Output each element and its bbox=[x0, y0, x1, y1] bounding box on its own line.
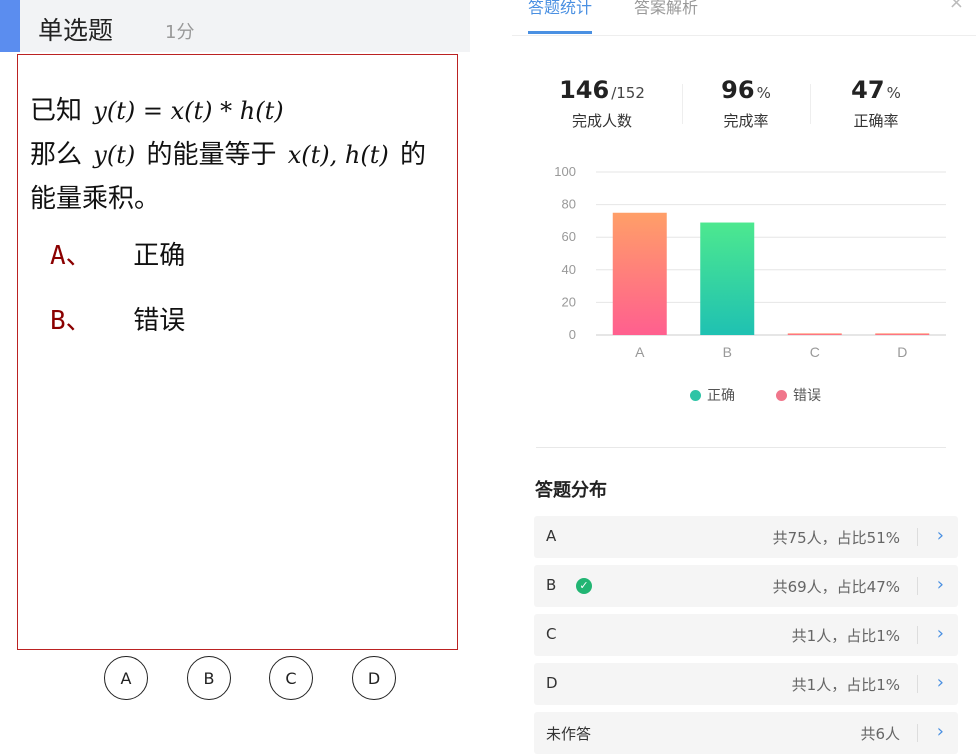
chevron-right-icon[interactable]: › bbox=[937, 574, 944, 595]
stats-panel: 答题统计 答案解析 × 146/152 完成人数 96% 完成率 47% 正确率… bbox=[512, 0, 976, 755]
y-tick-label: 20 bbox=[562, 294, 576, 309]
row-divider bbox=[917, 626, 918, 644]
question-box: 已知 y(t) = x(t) * h(t) 那么 y(t) 的能量等于 x(t)… bbox=[17, 54, 458, 650]
completed-label: 完成人数 bbox=[571, 112, 632, 130]
option-b-letter: B、 bbox=[50, 306, 92, 336]
chevron-right-icon[interactable]: › bbox=[937, 525, 944, 546]
tab-bar: 答题统计 答案解析 × bbox=[512, 0, 976, 36]
accuracy-label: 正确率 bbox=[853, 112, 899, 130]
y-tick-label: 80 bbox=[562, 197, 576, 212]
row-label: 未作答 bbox=[546, 725, 592, 743]
option-a-text: 正确 bbox=[133, 241, 186, 271]
stem-line3: 能量乘积。 bbox=[30, 184, 161, 214]
legend-correct-label: 正确 bbox=[707, 388, 735, 404]
stat-accuracy: 47% 正确率 bbox=[811, 76, 941, 131]
chevron-right-icon[interactable]: › bbox=[937, 721, 944, 742]
tab-answer-analysis[interactable]: 答案解析 bbox=[634, 0, 698, 18]
y-tick-label: 100 bbox=[554, 164, 576, 179]
row-value: 共6人 bbox=[860, 725, 900, 743]
question-stem: 已知 y(t) = x(t) * h(t) 那么 y(t) 的能量等于 x(t)… bbox=[30, 89, 450, 221]
row-label: A bbox=[546, 527, 557, 545]
section-divider bbox=[536, 447, 946, 448]
row-divider bbox=[917, 528, 918, 546]
stat-completion-rate: 96% 完成率 bbox=[681, 76, 811, 131]
choice-circle-d[interactable]: D bbox=[352, 656, 396, 700]
legend-correct-dot bbox=[690, 390, 701, 401]
stem-text-c: 的 bbox=[400, 140, 427, 170]
stem-formula: y(t) = x(t) * h(t) bbox=[93, 97, 284, 125]
x-tick-label: D bbox=[897, 344, 907, 360]
option-a[interactable]: A、 正确 bbox=[50, 235, 185, 272]
row-label: B bbox=[546, 576, 557, 594]
stat-completed: 146/152 完成人数 bbox=[537, 76, 667, 131]
row-divider bbox=[917, 577, 918, 595]
total-count: /152 bbox=[611, 84, 645, 102]
stem-text-a: 那么 bbox=[30, 140, 83, 170]
question-type: 单选题 bbox=[38, 16, 114, 45]
legend-wrong-label: 错误 bbox=[793, 388, 821, 404]
question-panel: 单选题 1分 已知 y(t) = x(t) * h(t) 那么 y(t) 的能量… bbox=[0, 0, 470, 755]
correct-check-icon: ✓ bbox=[576, 578, 592, 594]
choice-circle-a[interactable]: A bbox=[104, 656, 148, 700]
legend-correct: 正确 bbox=[690, 385, 735, 405]
stem-formula-y: y(t) bbox=[93, 141, 136, 169]
bar-d bbox=[875, 333, 930, 335]
distribution-row-a[interactable]: A 共75人，占比51% › bbox=[534, 516, 958, 558]
distribution-row-unanswered[interactable]: 未作答 共6人 › bbox=[534, 712, 958, 754]
bar-b bbox=[700, 222, 755, 335]
y-tick-label: 60 bbox=[562, 229, 576, 244]
row-value: 共1人，占比1% bbox=[791, 676, 900, 694]
distribution-title: 答题分布 bbox=[535, 480, 607, 501]
row-value: 共1人，占比1% bbox=[791, 627, 900, 645]
completion-rate-unit: % bbox=[756, 84, 771, 102]
stem-prefix: 已知 bbox=[30, 96, 83, 126]
row-value: 共69人，占比47% bbox=[772, 578, 900, 596]
y-tick-label: 40 bbox=[562, 262, 576, 277]
choice-circle-c[interactable]: C bbox=[269, 656, 313, 700]
x-tick-label: C bbox=[810, 344, 820, 360]
stem-text-b: 的能量等于 bbox=[146, 140, 277, 170]
x-tick-label: B bbox=[723, 344, 732, 360]
distribution-row-d[interactable]: D 共1人，占比1% › bbox=[534, 663, 958, 705]
legend-wrong-dot bbox=[776, 390, 787, 401]
bar-c bbox=[787, 333, 842, 335]
close-icon[interactable]: × bbox=[949, 0, 964, 13]
answer-bar-chart: 0 20 40 60 80 100 A B C D bbox=[554, 164, 946, 360]
distribution-row-c[interactable]: C 共1人，占比1% › bbox=[534, 614, 958, 656]
option-b-text: 错误 bbox=[133, 306, 186, 336]
option-b[interactable]: B、 错误 bbox=[50, 300, 185, 337]
accuracy-unit: % bbox=[886, 84, 901, 102]
row-divider bbox=[917, 724, 918, 742]
option-a-letter: A、 bbox=[50, 241, 92, 271]
y-tick-label: 0 bbox=[569, 327, 576, 342]
question-score: 1分 bbox=[165, 22, 195, 43]
completed-count: 146 bbox=[559, 76, 610, 104]
distribution-row-b[interactable]: B ✓ 共69人，占比47% › bbox=[534, 565, 958, 607]
bar-a bbox=[612, 212, 667, 335]
completion-rate-label: 完成率 bbox=[723, 112, 769, 130]
tab-answer-stats[interactable]: 答题统计 bbox=[528, 0, 592, 18]
legend-wrong: 错误 bbox=[776, 385, 821, 405]
chevron-right-icon[interactable]: › bbox=[937, 623, 944, 644]
accuracy-value: 47 bbox=[851, 76, 885, 104]
row-label: D bbox=[546, 674, 558, 692]
chevron-right-icon[interactable]: › bbox=[937, 672, 944, 693]
row-value: 共75人，占比51% bbox=[772, 529, 900, 547]
header-accent-bar bbox=[0, 0, 20, 52]
row-divider bbox=[917, 675, 918, 693]
row-label: C bbox=[546, 625, 557, 643]
stem-formula-xh: x(t), h(t) bbox=[287, 141, 389, 169]
x-tick-label: A bbox=[635, 344, 645, 360]
question-header: 单选题 1分 bbox=[0, 0, 470, 52]
completion-rate-value: 96 bbox=[721, 76, 755, 104]
choice-circle-b[interactable]: B bbox=[187, 656, 231, 700]
tab-active-underline bbox=[528, 31, 592, 34]
